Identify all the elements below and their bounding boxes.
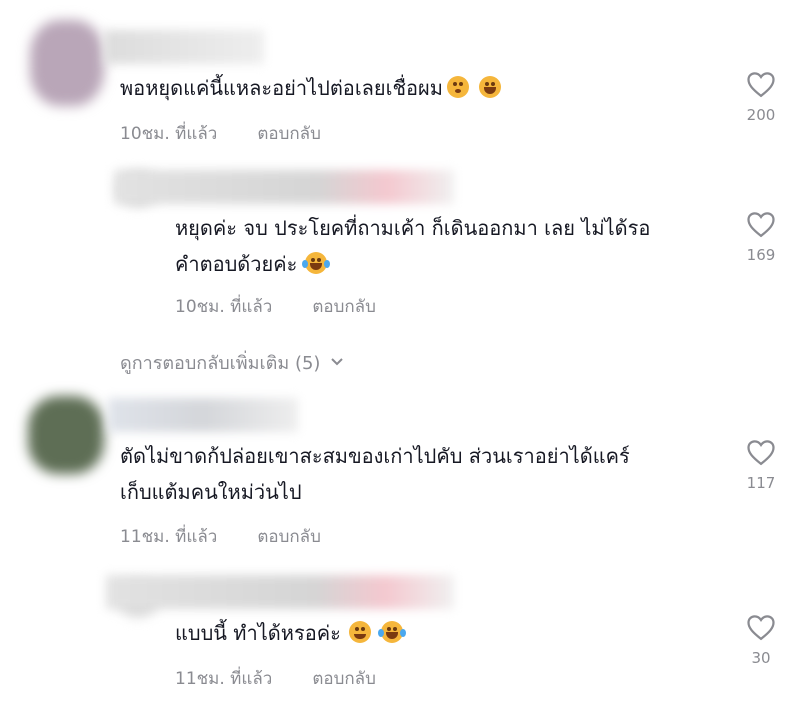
comment-meta: 10ชม. ที่แล้ว ตอบกลับ [120, 120, 321, 147]
avatar[interactable] [28, 396, 104, 474]
comment-meta: 11ชม. ที่แล้ว ตอบกลับ [175, 665, 376, 692]
like-button[interactable]: 200 [731, 70, 791, 124]
like-count: 117 [746, 474, 776, 492]
like-button[interactable]: 169 [731, 210, 791, 264]
timestamp: 10ชม. ที่แล้ว [120, 124, 218, 144]
reply-1: หยุดค่ะ จบ ประโยคที่ถามเค้า ก็เดินออกมา … [0, 150, 800, 330]
reply-button[interactable]: ตอบกลับ [312, 669, 376, 689]
comment-text: ตัดไม่ขาดก้ปล่อยเขาสะสมของเก่าไปคับ ส่วน… [120, 438, 630, 510]
reply-button[interactable]: ตอบกลับ [312, 297, 376, 317]
timestamp: 10ชม. ที่แล้ว [175, 297, 273, 317]
like-button[interactable]: 30 [731, 613, 791, 667]
username-blurred[interactable] [108, 398, 298, 432]
like-button[interactable]: 117 [731, 438, 791, 492]
tears-of-joy-face-icon [377, 621, 406, 643]
comment-text-line: พอหยุดแค่นี้แหละอย่าไปต่อเลยเชื่อผม [120, 76, 443, 100]
avatar[interactable] [30, 20, 104, 106]
comment-text-line: แบบนี้ ทำได้หรอค่ะ [175, 621, 341, 645]
like-count: 200 [746, 106, 776, 124]
smiling-face-icon [348, 621, 371, 643]
comment-text-line: หยุดค่ะ จบ ประโยคที่ถามเค้า ก็เดินออกมา … [175, 216, 651, 240]
comment-meta: 11ชม. ที่แล้ว ตอบกลับ [120, 523, 321, 550]
grinning-face-icon [478, 76, 501, 98]
comment-text-line: เก็บแต้มคนใหม่ว่นไป [120, 480, 302, 504]
timestamp: 11ชม. ที่แล้ว [120, 527, 218, 547]
heart-icon [747, 440, 775, 466]
heart-icon [747, 72, 775, 98]
comment-2: ตัดไม่ขาดก้ปล่อยเขาสะสมของเก่าไปคับ ส่วน… [0, 390, 800, 565]
comment-text: แบบนี้ ทำได้หรอค่ะ [175, 615, 406, 651]
comment-meta: 10ชม. ที่แล้ว ตอบกลับ [175, 293, 376, 320]
reply-button[interactable]: ตอบกลับ [257, 527, 321, 547]
comment-text-line: คำตอบด้วยค่ะ [175, 252, 298, 276]
comment-text-line: ตัดไม่ขาดก้ปล่อยเขาสะสมของเก่าไปคับ ส่วน… [120, 444, 630, 468]
comment-1: พอหยุดแค่นี้แหละอย่าไปต่อเลยเชื่อผม 10ชม… [0, 0, 800, 150]
username-blurred[interactable] [114, 170, 454, 204]
like-count: 30 [751, 649, 771, 667]
chevron-down-icon [331, 358, 344, 366]
comment-text: พอหยุดแค่นี้แหละอย่าไปต่อเลยเชื่อผม [120, 70, 501, 106]
reply-2: แบบนี้ ทำได้หรอค่ะ 11ชม. ที่แล้ว ตอบกลับ … [0, 565, 800, 713]
heart-icon [747, 212, 775, 238]
username-blurred[interactable] [104, 30, 264, 64]
timestamp: 11ชม. ที่แล้ว [175, 669, 273, 689]
heart-icon [747, 615, 775, 641]
view-more-replies-button[interactable]: ดูการตอบกลับเพิ่มเติม (5) [120, 348, 344, 377]
view-more-label: ดูการตอบกลับเพิ่มเติม (5) [120, 353, 321, 374]
like-count: 169 [746, 246, 776, 264]
tears-of-joy-face-icon [302, 252, 331, 274]
reply-button[interactable]: ตอบกลับ [257, 124, 321, 144]
username-blurred[interactable] [106, 575, 454, 609]
comment-text: หยุดค่ะ จบ ประโยคที่ถามเค้า ก็เดินออกมา … [175, 210, 650, 282]
flushed-face-icon [446, 76, 469, 98]
